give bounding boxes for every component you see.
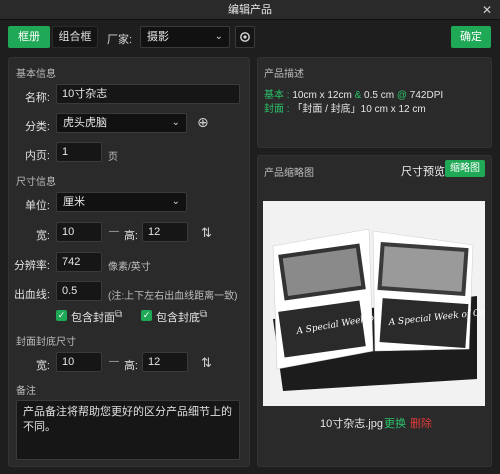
unit-label: 单位: <box>24 200 50 212</box>
include-back-checkbox[interactable]: ✓ <box>141 310 152 321</box>
copy-icon[interactable]: ⧉ <box>200 309 207 320</box>
dpi-unit: 像素/英寸 <box>108 262 151 273</box>
cover-size-dash: — <box>109 356 119 367</box>
delete-link[interactable]: 删除 <box>410 415 432 431</box>
width-input[interactable]: 10 <box>56 222 102 242</box>
notes-textarea[interactable]: 产品备注将帮助您更好的区分产品细节上的不同。 <box>16 400 240 460</box>
photo-album-illustration: A Special Week of Content A Special Week… <box>263 201 485 406</box>
width-label: 宽: <box>35 230 50 242</box>
window-title: 编辑产品 <box>228 4 272 16</box>
category-select-value: 虎头虎脑 <box>63 117 107 129</box>
cover-width-label: 宽: <box>35 360 50 372</box>
cover-height-label: 高: <box>123 360 138 372</box>
section-notes-title: 备注 <box>16 386 36 397</box>
section-cover-title: 封面封底尺寸 <box>16 337 76 348</box>
description-line-cover: 封面 : 「封面 / 封底」10 cm x 12 cm <box>264 104 426 115</box>
height-input[interactable]: 12 <box>142 222 188 242</box>
height-label: 高: <box>123 230 138 242</box>
category-select[interactable]: 虎头虎脑 ⌄ <box>56 113 187 133</box>
replace-link[interactable]: 更换 <box>384 415 406 431</box>
thumbnail-filename: 10寸杂志.jpg <box>320 418 383 430</box>
tab-layout[interactable]: 框册 <box>8 26 50 48</box>
vendor-select-value: 摄影 <box>147 31 169 43</box>
category-label: 分类: <box>24 121 50 133</box>
swap-icon[interactable]: ⇅ <box>201 225 212 241</box>
product-thumbnail-image: A Special Week of Content A Special Week… <box>263 201 485 406</box>
chevron-down-icon: ⌄ <box>171 117 180 128</box>
copy-icon[interactable]: ⧉ <box>115 309 122 320</box>
add-category-icon[interactable]: ⊕ <box>197 114 209 131</box>
section-basic-title: 基本信息 <box>16 69 56 80</box>
name-input[interactable]: 10寸杂志 <box>56 84 240 104</box>
settings-button[interactable] <box>235 26 255 48</box>
confirm-button[interactable]: 确定 <box>451 26 491 48</box>
bleed-input[interactable]: 0.5 <box>56 281 102 301</box>
gear-icon <box>240 32 250 42</box>
vendor-select[interactable]: 摄影 ⌄ <box>140 26 230 48</box>
dpi-input[interactable]: 742 <box>56 252 102 272</box>
pages-input[interactable]: 1 <box>56 142 102 162</box>
unit-select[interactable]: 厘米 ⌄ <box>56 192 187 212</box>
include-cover-checkbox[interactable]: ✓ <box>56 310 67 321</box>
chevron-down-icon: ⌄ <box>214 31 223 42</box>
unit-select-value: 厘米 <box>63 196 85 208</box>
window-titlebar: 编辑产品 ✕ <box>0 0 500 20</box>
close-icon[interactable]: ✕ <box>482 0 492 20</box>
chevron-down-icon: ⌄ <box>171 196 180 207</box>
pages-unit: 页 <box>108 152 118 163</box>
section-size-title: 尺寸信息 <box>16 177 56 188</box>
dpi-label: 分辨率: <box>13 260 50 272</box>
cover-height-input[interactable]: 12 <box>142 352 188 372</box>
include-cover-label: 包含封面 <box>71 312 115 324</box>
thumbnail-title: 产品缩略图 <box>264 168 314 179</box>
toolbar: 框册 组合框 厂家: 摄影 ⌄ 确定 <box>0 20 500 54</box>
bleed-note: (注:上下左右出血线距离一致) <box>108 291 238 302</box>
pages-label: 内页: <box>24 150 50 162</box>
tab-combo[interactable]: 组合框 <box>52 26 98 48</box>
description-line-basic: 基本 : 10cm x 12cm & 0.5 cm @ 742DPI <box>264 90 444 101</box>
bleed-label: 出血线: <box>13 289 50 301</box>
swap-icon[interactable]: ⇅ <box>201 355 212 371</box>
vendor-label: 厂家: <box>107 34 133 46</box>
name-label: 名称: <box>24 92 50 104</box>
size-dash: — <box>109 226 119 237</box>
description-title: 产品描述 <box>264 69 304 80</box>
include-back-label: 包含封底 <box>156 312 200 324</box>
cover-width-input[interactable]: 10 <box>56 352 102 372</box>
thumbnail-button[interactable]: 缩略图 <box>445 160 485 177</box>
size-preview-button[interactable]: 尺寸预览 <box>401 163 445 179</box>
